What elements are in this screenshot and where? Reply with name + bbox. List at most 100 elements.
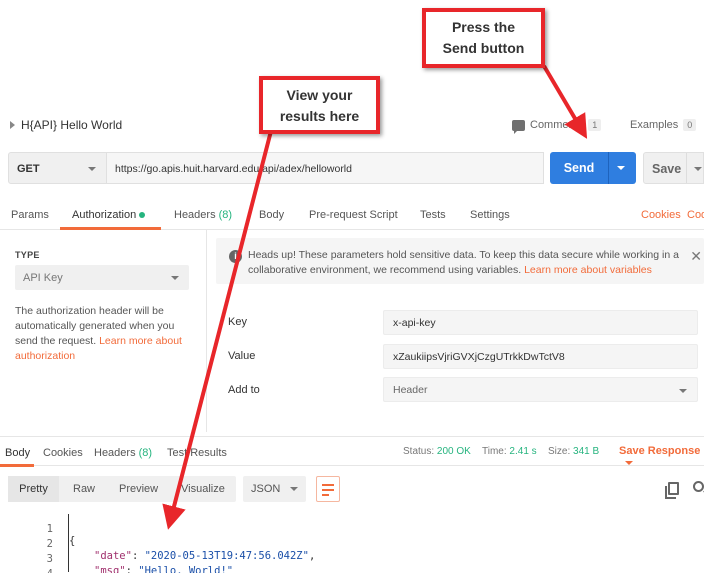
auth-type-select[interactable]: API Key — [15, 265, 189, 290]
wrap-icon-line — [322, 484, 334, 486]
line-number: 3 — [46, 553, 53, 565]
examples-count: 0 — [683, 119, 697, 131]
visualize-button[interactable]: Visualize — [181, 476, 225, 502]
code-line: 3 "msg": "Hello, World!" — [0, 541, 400, 573]
status-value: 200 OK — [436, 446, 471, 457]
response-tab-headers[interactable]: Headers (8) — [94, 447, 152, 459]
chevron-down-icon[interactable] — [694, 167, 702, 171]
code-line: 2 "date": "2020-05-13T19:47:56.042Z", — [0, 526, 400, 562]
code-line: 1 { — [0, 511, 76, 547]
preview-button[interactable]: Preview — [119, 476, 158, 502]
tab-authorization-label: Authorization — [72, 209, 137, 221]
copy-icon[interactable] — [665, 482, 679, 499]
save-response-label: Save Response — [619, 445, 701, 457]
tab-settings[interactable]: Settings — [470, 209, 510, 221]
comments-button[interactable]: Comments 1 — [512, 119, 602, 134]
format-bar: Pretty Raw Preview Visualize JSON — [8, 476, 704, 502]
code-line: 4 } — [0, 556, 53, 573]
wrap-lines-button[interactable] — [316, 476, 340, 502]
pretty-button[interactable]: Pretty — [8, 476, 59, 502]
code-text: "msg": "Hello, World!" — [94, 565, 233, 573]
results-callout-line2: results here — [279, 108, 360, 124]
format-select[interactable]: JSON — [243, 476, 306, 502]
tab-body[interactable]: Body — [259, 209, 284, 221]
sensitive-data-notice: i Heads up! These parameters hold sensit… — [216, 238, 704, 284]
chevron-down-icon — [290, 487, 298, 491]
json-value: "Hello, World!" — [138, 565, 234, 573]
status-label: Status: — [403, 446, 435, 457]
send-button[interactable]: Send — [550, 152, 636, 184]
chevron-down-icon — [171, 276, 179, 280]
response-tab-cookies[interactable]: Cookies — [43, 447, 83, 459]
response-tabs: Body Cookies Headers (8) Test Results St… — [0, 436, 704, 469]
chevron-down-icon — [679, 389, 687, 393]
notice-text: Heads up! These parameters hold sensitiv… — [248, 248, 688, 278]
save-label: Save — [652, 162, 682, 176]
type-label: TYPE — [15, 250, 40, 260]
comments-label: Comments — [530, 119, 584, 131]
time-value: 2.41 s — [509, 446, 537, 457]
url-input[interactable]: https://go.apis.huit.harvard.edu/api/ade… — [107, 152, 544, 184]
key-input[interactable]: x-api-key — [383, 310, 698, 335]
send-callout: Press the Send button — [422, 8, 545, 68]
cookies-link[interactable]: Cookies — [641, 209, 681, 221]
chevron-down-icon — [625, 461, 633, 466]
response-body[interactable]: 1 { 2 "date": "2020-05-13T19:47:56.042Z"… — [0, 508, 704, 573]
auth-type-value: API Key — [23, 272, 63, 284]
tab-tests[interactable]: Tests — [420, 209, 446, 221]
tab-headers-count: (8) — [218, 209, 233, 221]
tab-authorization[interactable]: Authorization — [72, 209, 146, 221]
chevron-down-icon[interactable] — [617, 166, 625, 170]
active-tab-indicator — [0, 464, 34, 467]
send-callout-line2: Send button — [442, 40, 525, 56]
status-info: Status: 200 OK — [403, 446, 471, 457]
add-to-label: Add to — [228, 384, 260, 396]
method-value: GET — [17, 163, 40, 175]
time-info: Time: 2.41 s — [482, 446, 537, 457]
examples-button[interactable]: Examples 0 — [630, 119, 697, 131]
send-label: Send — [563, 161, 595, 175]
auth-description: The authorization header will be automat… — [15, 304, 195, 364]
caret-right-icon[interactable] — [10, 121, 15, 129]
close-icon[interactable]: ✕ — [690, 248, 702, 265]
tab-prerequest-script[interactable]: Pre-request Script — [309, 209, 398, 221]
format-value: JSON — [251, 483, 281, 495]
examples-label: Examples — [630, 119, 679, 131]
tab-headers[interactable]: Headers (8) — [174, 209, 232, 221]
size-label: Size: — [548, 446, 571, 457]
value-input[interactable]: xZaukiipsVjriGVXjCzgUTrkkDwTctV8 — [383, 344, 698, 369]
size-value: 341 B — [573, 446, 600, 457]
send-callout-line1: Press the — [451, 19, 516, 35]
info-icon: i — [229, 250, 242, 263]
request-title[interactable]: H{API} Hello World — [21, 118, 122, 132]
method-select[interactable]: GET — [8, 152, 107, 184]
line-number: 4 — [30, 568, 53, 573]
chevron-down-icon — [88, 167, 96, 171]
active-dot-icon — [139, 212, 146, 219]
response-headers-count: (8) — [138, 447, 153, 459]
add-to-value: Header — [393, 384, 428, 396]
add-to-select[interactable]: Header — [383, 377, 698, 402]
request-tabs: Params Authorization Headers (8) Body Pr… — [0, 202, 704, 230]
wrap-icon-line — [322, 489, 334, 491]
search-icon[interactable] — [693, 481, 704, 492]
results-callout-line1: View your — [286, 87, 353, 103]
response-tab-body[interactable]: Body — [5, 447, 30, 459]
wrap-icon-line — [322, 494, 329, 496]
raw-button[interactable]: Raw — [73, 476, 95, 502]
comment-icon — [512, 119, 525, 134]
send-divider — [608, 152, 609, 184]
json-key: "msg" — [94, 565, 126, 573]
response-tab-test-results[interactable]: Test Results — [167, 447, 227, 459]
code-link[interactable]: Cod — [687, 209, 704, 221]
value-label: Value — [228, 350, 256, 362]
time-label: Time: — [482, 446, 507, 457]
save-button[interactable]: Save — [643, 152, 704, 184]
tab-headers-label: Headers — [174, 209, 216, 221]
auth-type-panel: TYPE API Key The authorization header wi… — [0, 230, 207, 432]
save-response-button[interactable]: Save Response — [619, 445, 704, 469]
comments-count: 1 — [588, 119, 602, 131]
learn-more-variables-link[interactable]: Learn more about variables — [524, 264, 652, 276]
size-info: Size: 341 B — [548, 446, 599, 457]
tab-params[interactable]: Params — [11, 209, 49, 221]
